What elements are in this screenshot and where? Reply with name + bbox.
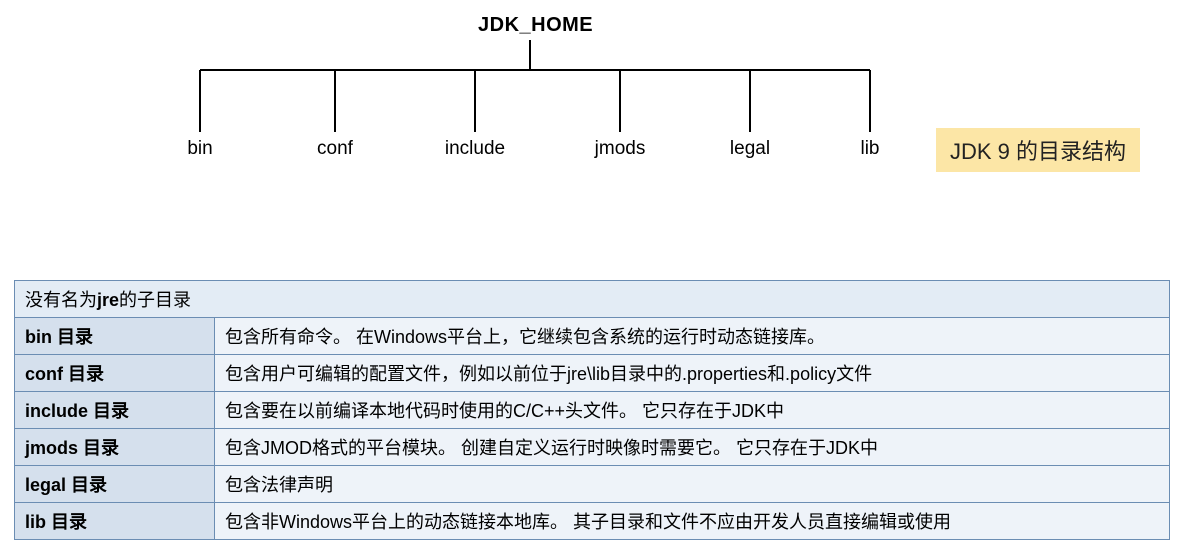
dir-desc-cell: 包含JMOD格式的平台模块。 创建自定义运行时映像时需要它。 它只存在于JDK中 bbox=[215, 429, 1170, 466]
dir-name-cell: include 目录 bbox=[15, 392, 215, 429]
table-row: conf 目录 包含用户可编辑的配置文件，例如以前位于jre\lib目录中的.p… bbox=[15, 355, 1170, 392]
tree-connector-lines bbox=[180, 40, 910, 140]
dir-name-cell: jmods 目录 bbox=[15, 429, 215, 466]
table-header-text: 没有名为jre的子目录 bbox=[25, 290, 191, 310]
dir-name-cell: legal 目录 bbox=[15, 466, 215, 503]
dir-desc-cell: 包含要在以前编译本地代码时使用的C/C++头文件。 它只存在于JDK中 bbox=[215, 392, 1170, 429]
dir-desc-cell: 包含非Windows平台上的动态链接本地库。 其子目录和文件不应由开发人员直接编… bbox=[215, 503, 1170, 540]
tree-root-label: JDK_HOME bbox=[478, 14, 593, 37]
table-row: jmods 目录 包含JMOD格式的平台模块。 创建自定义运行时映像时需要它。 … bbox=[15, 429, 1170, 466]
table-row: bin 目录 包含所有命令。 在Windows平台上，它继续包含系统的运行时动态… bbox=[15, 318, 1170, 355]
table-row: legal 目录 包含法律声明 bbox=[15, 466, 1170, 503]
dir-desc-cell: 包含法律声明 bbox=[215, 466, 1170, 503]
dir-desc-cell: 包含所有命令。 在Windows平台上，它继续包含系统的运行时动态链接库。 bbox=[215, 318, 1170, 355]
dir-name-cell: bin 目录 bbox=[15, 318, 215, 355]
tree-leaf-legal: legal bbox=[730, 138, 770, 160]
table-row: lib 目录 包含非Windows平台上的动态链接本地库。 其子目录和文件不应由… bbox=[15, 503, 1170, 540]
table-header-cell: 没有名为jre的子目录 bbox=[15, 281, 1170, 318]
tree-leaf-include: include bbox=[445, 138, 505, 160]
tree-leaf-jmods: jmods bbox=[595, 138, 646, 160]
tree-leaf-conf: conf bbox=[317, 138, 353, 160]
tree-leaf-bin: bin bbox=[187, 138, 212, 160]
dir-name-cell: conf 目录 bbox=[15, 355, 215, 392]
tree-leaf-lib: lib bbox=[860, 138, 879, 160]
dir-desc-cell: 包含用户可编辑的配置文件，例如以前位于jre\lib目录中的.propertie… bbox=[215, 355, 1170, 392]
table-row: include 目录 包含要在以前编译本地代码时使用的C/C++头文件。 它只存… bbox=[15, 392, 1170, 429]
dir-name-cell: lib 目录 bbox=[15, 503, 215, 540]
directory-table: 没有名为jre的子目录 bin 目录 包含所有命令。 在Windows平台上，它… bbox=[14, 280, 1170, 540]
table-header-row: 没有名为jre的子目录 bbox=[15, 281, 1170, 318]
diagram-title: JDK 9 的目录结构 bbox=[936, 128, 1140, 172]
